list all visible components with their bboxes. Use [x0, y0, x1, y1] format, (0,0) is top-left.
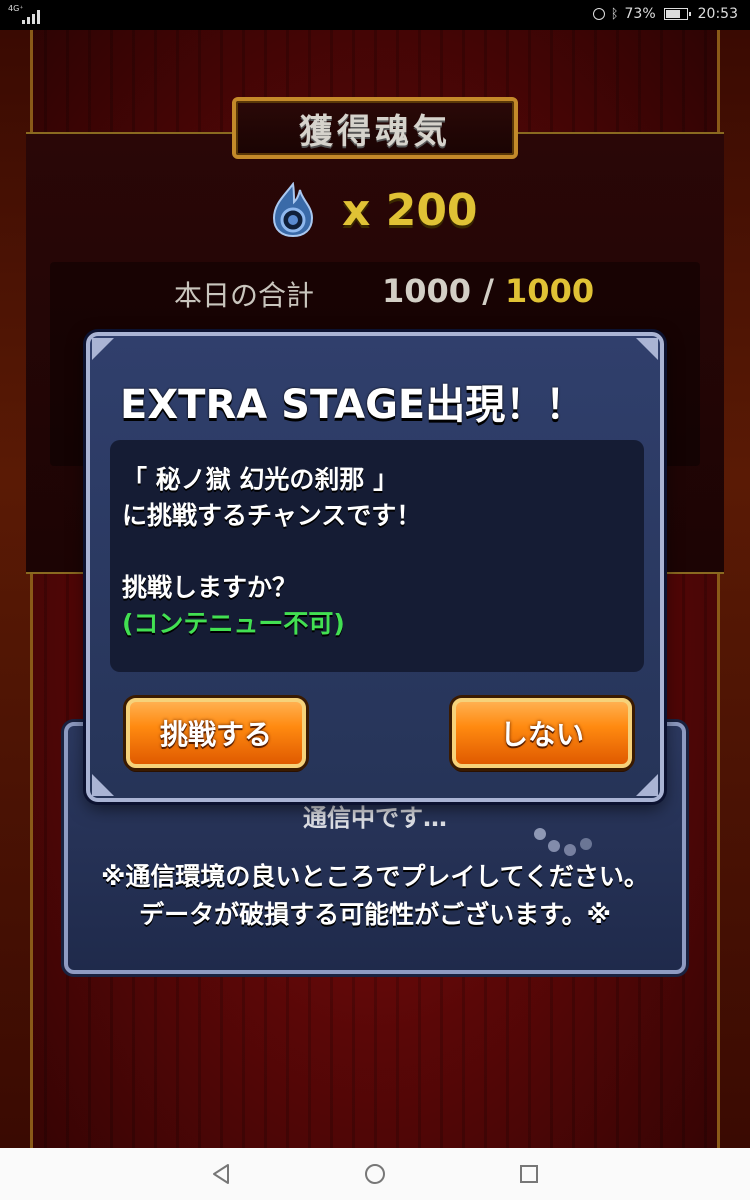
extra-stage-title: EXTRA STAGE出現！！ — [120, 382, 586, 428]
stage-name-line: 「 秘ノ獄 幻光の刹那 」 — [122, 465, 399, 494]
back-icon[interactable] — [208, 1160, 236, 1188]
extra-stage-message: 「 秘ノ獄 幻光の刹那 」 に挑戦するチャンスです！ 挑戦しますか？ (コンテニ… — [110, 440, 644, 672]
result-header: 獲得魂気 — [232, 97, 518, 159]
soul-flame-icon — [270, 181, 316, 238]
dialog-corner-decoration — [92, 338, 114, 360]
today-total-value: 1000 / 1000 — [382, 272, 594, 310]
dialog-corner-decoration — [636, 338, 658, 360]
connection-warning-line2: データが破損する可能性がございます。※ — [139, 900, 611, 929]
status-bar: 4G⁺ ᛒ 73% 20:53 — [0, 0, 750, 30]
decline-button[interactable]: しない — [452, 698, 632, 768]
today-max: 1000 — [505, 272, 595, 310]
today-current: 1000 — [382, 272, 472, 310]
bluetooth-icon: ᛒ — [610, 6, 619, 22]
dialog-corner-decoration — [636, 774, 658, 796]
no-continue-note: (コンテニュー不可) — [122, 609, 345, 638]
home-icon[interactable] — [361, 1160, 389, 1188]
challenge-question: 挑戦しますか？ — [122, 573, 298, 602]
challenge-chance-line: に挑戦するチャンスです！ — [122, 501, 422, 530]
extra-stage-dialog: EXTRA STAGE出現！！ 「 秘ノ獄 幻光の刹那 」 に挑戦するチャンスで… — [86, 332, 664, 802]
battery-icon — [663, 8, 691, 20]
connection-warning-line1: ※通信環境の良いところでプレイしてください。 — [101, 862, 649, 891]
alarm-icon — [592, 8, 605, 20]
signal-icon: 4G⁺ — [8, 4, 52, 26]
loading-spinner-icon — [530, 802, 600, 862]
recent-apps-icon[interactable] — [515, 1160, 543, 1188]
today-total-label: 本日の合計 — [174, 279, 315, 312]
soul-reward-row: x 200 — [270, 180, 478, 240]
result-title: 獲得魂気 — [299, 111, 451, 152]
dialog-corner-decoration — [92, 774, 114, 796]
navigation-bar — [0, 1148, 750, 1200]
battery-percent: 73% — [624, 6, 656, 22]
connection-warning: ※通信環境の良いところでプレイしてください。 データが破損する可能性がございます… — [68, 858, 682, 934]
today-separator: / — [471, 272, 506, 310]
accept-challenge-button[interactable]: 挑戦する — [126, 698, 306, 768]
soul-count: x 200 — [342, 184, 478, 236]
clock: 20:53 — [697, 6, 738, 22]
